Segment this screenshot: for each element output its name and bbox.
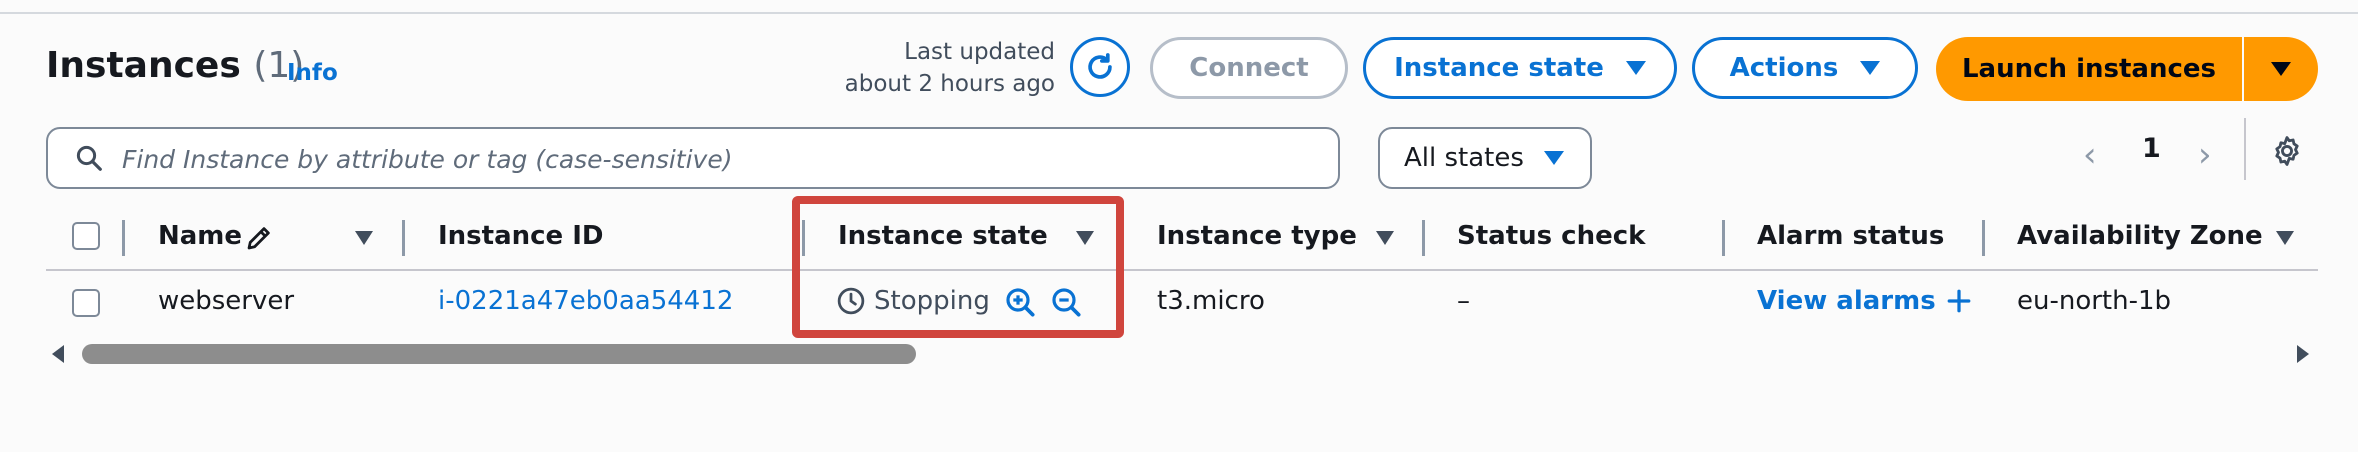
edit-pencil-icon[interactable] <box>244 223 274 253</box>
column-divider <box>1982 220 1985 256</box>
search-input[interactable] <box>120 137 1324 181</box>
launch-instances-split-button: Launch instances <box>1936 37 2318 101</box>
last-updated-text: Last updated about 2 hours ago <box>830 36 1055 100</box>
last-updated-value: about 2 hours ago <box>844 71 1055 97</box>
column-divider <box>122 220 125 256</box>
scroll-right-arrow[interactable] <box>2297 345 2309 363</box>
column-divider <box>1422 220 1425 256</box>
states-filter-value: All states <box>1404 143 1524 173</box>
sort-caret-icon[interactable] <box>355 231 373 245</box>
actions-button[interactable]: Actions <box>1692 37 1918 99</box>
instance-state-button[interactable]: Instance state <box>1363 37 1677 99</box>
highlight-box <box>792 196 1124 338</box>
column-header-label: Name <box>158 221 243 251</box>
info-link[interactable]: Info <box>287 60 338 86</box>
refresh-icon <box>1088 53 1112 79</box>
column-divider <box>1722 220 1725 256</box>
top-divider <box>0 12 2358 14</box>
last-updated-label: Last updated <box>904 39 1055 65</box>
launch-options-dropdown[interactable] <box>2244 37 2318 101</box>
title-text: Instances <box>46 45 241 86</box>
next-page-button[interactable]: › <box>2198 135 2212 175</box>
select-all-checkbox[interactable] <box>72 222 100 250</box>
scroll-left-arrow[interactable] <box>52 345 64 363</box>
cell-availability-zone: eu-north-1b <box>2017 286 2172 316</box>
instance-id-link[interactable]: i-0221a47eb0aa54412 <box>438 286 733 316</box>
caret-down-icon <box>1625 61 1646 75</box>
launch-instances-button[interactable]: Launch instances <box>1936 37 2244 101</box>
refresh-button[interactable] <box>1070 37 1130 97</box>
horizontal-scrollbar-thumb[interactable] <box>82 344 916 364</box>
caret-down-icon <box>1860 61 1881 75</box>
preferences-button[interactable] <box>2270 134 2304 172</box>
sort-caret-icon[interactable] <box>1376 231 1394 245</box>
column-header-instance-id[interactable]: Instance ID <box>438 221 604 251</box>
cell-status-check: – <box>1457 286 1470 316</box>
column-header-availability-zone[interactable]: Availability Zone <box>2017 221 2263 251</box>
instance-state-label: Instance state <box>1394 53 1604 83</box>
caret-down-icon <box>2271 62 2291 76</box>
sort-caret-icon[interactable] <box>2276 231 2294 245</box>
previous-page-button[interactable]: ‹ <box>2083 135 2097 175</box>
settings-gear-icon <box>2275 136 2299 166</box>
current-page-number[interactable]: 1 <box>2142 133 2161 164</box>
column-header-name[interactable]: Name <box>158 221 242 251</box>
connect-button[interactable]: Connect <box>1150 37 1348 99</box>
plus-icon <box>1947 289 1971 313</box>
column-header-status-check[interactable]: Status check <box>1457 221 1645 251</box>
search-icon <box>76 145 102 171</box>
view-alarms-link[interactable]: View alarms <box>1757 286 1972 316</box>
column-divider <box>402 220 405 256</box>
search-box <box>46 127 1340 189</box>
row-checkbox[interactable] <box>72 289 100 317</box>
column-header-alarm-status[interactable]: Alarm status <box>1757 221 1944 251</box>
cell-instance-type: t3.micro <box>1157 286 1265 316</box>
column-header-instance-type[interactable]: Instance type <box>1157 221 1357 251</box>
cell-name: webserver <box>158 286 295 316</box>
header-divider <box>46 269 2318 271</box>
actions-label: Actions <box>1729 53 1839 83</box>
caret-down-icon <box>1543 151 1564 165</box>
view-alarms-label: View alarms <box>1757 286 1936 316</box>
states-filter-select[interactable]: All states <box>1378 127 1592 189</box>
page-title: Instances (1) <box>46 45 304 86</box>
connect-label: Connect <box>1189 53 1309 83</box>
pagination-divider <box>2244 118 2246 180</box>
